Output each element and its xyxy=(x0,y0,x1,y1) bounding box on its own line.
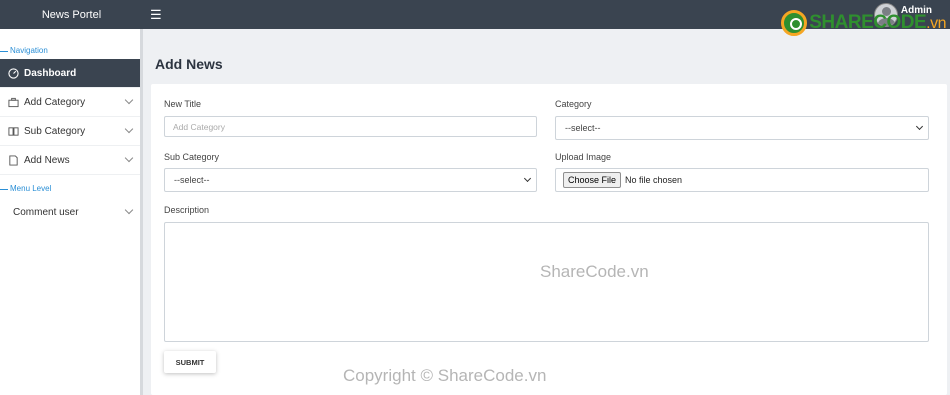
briefcase-icon xyxy=(8,97,19,107)
sidebar-item-label: Add News xyxy=(24,154,70,166)
main-content: Add News New Title Add Category Category… xyxy=(146,29,950,395)
submit-button[interactable]: SUBMIT xyxy=(164,351,216,373)
sub-category-select[interactable]: --select-- xyxy=(164,168,537,192)
chevron-down-icon[interactable] xyxy=(124,205,134,215)
add-news-form: New Title Add Category Category --select… xyxy=(151,84,947,395)
copyright-watermark: Copyright © ShareCode.vn xyxy=(343,366,547,385)
brand-title[interactable]: News Portel xyxy=(0,9,143,21)
chevron-down-icon[interactable] xyxy=(124,153,134,163)
category-select[interactable]: --select-- xyxy=(555,116,929,140)
new-title-label: New Title xyxy=(164,99,202,109)
sub-category-label: Sub Category xyxy=(164,152,220,162)
sidebar: Navigation Dashboard Add Category Sub Ca… xyxy=(0,29,143,395)
section-navigation: Navigation xyxy=(0,29,140,55)
new-title-input[interactable]: Add Category xyxy=(164,116,537,137)
chevron-down-icon xyxy=(523,174,532,183)
file-status: No file chosen xyxy=(625,175,683,185)
hamburger-icon[interactable]: ☰ xyxy=(150,8,162,21)
chevron-down-icon[interactable] xyxy=(124,95,134,105)
dashboard-icon xyxy=(8,67,19,79)
sidebar-item-comment-user[interactable]: Comment user xyxy=(0,198,140,227)
section-menu-level: Menu Level xyxy=(0,175,140,193)
sidebar-item-add-news[interactable]: Add News xyxy=(0,146,140,175)
sidebar-item-label: Sub Category xyxy=(24,125,86,137)
choose-file-button[interactable]: Choose File xyxy=(563,172,622,188)
description-textarea[interactable] xyxy=(164,222,929,342)
sidebar-item-sub-category[interactable]: Sub Category xyxy=(0,117,140,146)
upload-image-field[interactable]: Choose File No file chosen xyxy=(555,168,929,192)
upload-image-label: Upload Image xyxy=(555,152,612,162)
sidebar-item-label: Add Category xyxy=(24,96,86,108)
chevron-down-icon[interactable] xyxy=(124,124,134,134)
sidebar-item-label: Comment user xyxy=(13,207,79,218)
watermark-text: ShareCode.vn xyxy=(540,262,649,281)
category-label: Category xyxy=(555,99,592,109)
page-title: Add News xyxy=(155,56,223,72)
sidebar-item-add-category[interactable]: Add Category xyxy=(0,88,140,117)
sidebar-item-label: Dashboard xyxy=(24,67,77,79)
sub-category-selected-value: --select-- xyxy=(174,175,210,185)
category-selected-value: --select-- xyxy=(565,123,601,133)
description-label: Description xyxy=(164,205,210,215)
document-icon xyxy=(9,154,18,166)
sidebar-item-dashboard[interactable]: Dashboard xyxy=(0,59,140,88)
book-icon xyxy=(8,126,19,136)
chevron-down-icon xyxy=(915,122,924,131)
